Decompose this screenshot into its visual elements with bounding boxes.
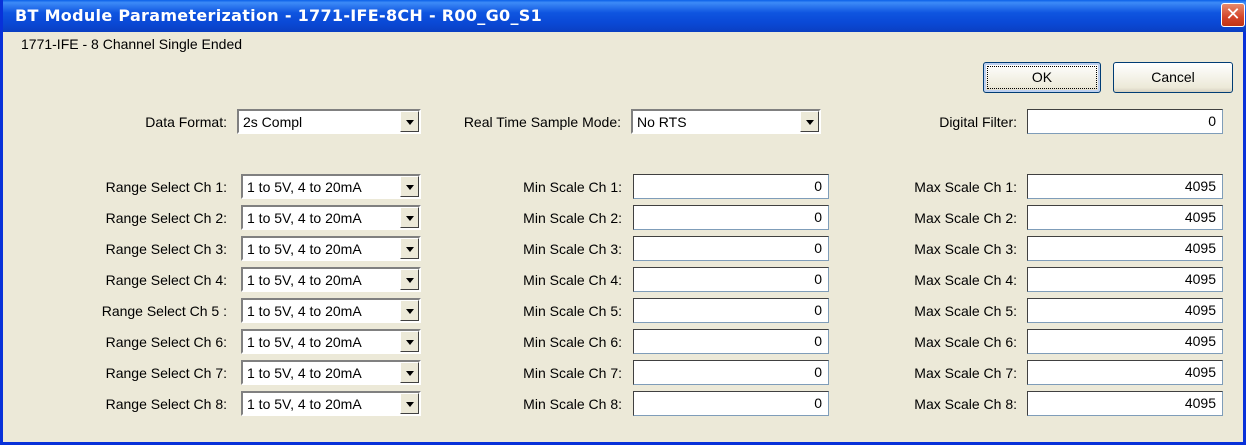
range-select-label: Range Select Ch 1: [105,179,227,195]
max-scale-ch8-input[interactable]: 4095 [1027,391,1223,416]
min-scale-value: 0 [814,271,822,287]
max-scale-value: 4095 [1184,209,1216,225]
digital-filter-label: Digital Filter: [939,114,1017,130]
chevron-down-icon[interactable] [400,393,419,414]
max-scale-label: Max Scale Ch 4: [914,272,1017,288]
max-scale-value: 4095 [1184,271,1216,287]
data-format-select[interactable]: 2s Compl [237,109,421,134]
range-select-label: Range Select Ch 5 : [101,303,227,319]
range-select-ch6[interactable]: 1 to 5V, 4 to 20mA [241,329,421,354]
max-scale-value: 4095 [1184,364,1216,380]
max-scale-value: 4095 [1184,302,1216,318]
max-scale-label: Max Scale Ch 8: [914,396,1017,412]
max-scale-ch3-input[interactable]: 4095 [1027,236,1223,261]
max-scale-label: Max Scale Ch 3: [914,241,1017,257]
max-scale-ch6-input[interactable]: 4095 [1027,329,1223,354]
range-select-label: Range Select Ch 2: [105,210,227,226]
max-scale-label: Max Scale Ch 5: [914,303,1017,319]
max-scale-label: Max Scale Ch 7: [914,365,1017,381]
max-scale-value: 4095 [1184,395,1216,411]
range-select-label: Range Select Ch 7: [105,365,227,381]
min-scale-value: 0 [814,364,822,380]
cancel-button[interactable]: Cancel [1113,62,1233,93]
min-scale-label: Min Scale Ch 4: [523,272,622,288]
min-scale-value: 0 [814,395,822,411]
window-title: BT Module Parameterization - 1771-IFE-8C… [15,6,543,25]
range-select-ch1[interactable]: 1 to 5V, 4 to 20mA [241,174,421,199]
range-select-label: Range Select Ch 8: [105,396,227,412]
chevron-down-icon[interactable] [800,111,819,132]
min-scale-ch3-input[interactable]: 0 [633,236,829,261]
range-select-ch3[interactable]: 1 to 5V, 4 to 20mA [241,236,421,261]
max-scale-ch2-input[interactable]: 4095 [1027,205,1223,230]
chevron-down-icon[interactable] [400,207,419,228]
range-select-ch8[interactable]: 1 to 5V, 4 to 20mA [241,391,421,416]
chevron-down-icon[interactable] [400,362,419,383]
min-scale-ch4-input[interactable]: 0 [633,267,829,292]
range-select-value: 1 to 5V, 4 to 20mA [247,272,362,288]
min-scale-label: Min Scale Ch 3: [523,241,622,257]
close-icon[interactable]: ✕ [1221,3,1245,27]
min-scale-ch6-input[interactable]: 0 [633,329,829,354]
range-select-ch4[interactable]: 1 to 5V, 4 to 20mA [241,267,421,292]
dialog-window: BT Module Parameterization - 1771-IFE-8C… [0,0,1246,445]
range-select-value: 1 to 5V, 4 to 20mA [247,334,362,350]
range-select-value: 1 to 5V, 4 to 20mA [247,396,362,412]
max-scale-value: 4095 [1184,240,1216,256]
chevron-down-icon[interactable] [400,111,419,132]
chevron-down-icon[interactable] [400,331,419,352]
digital-filter-input[interactable]: 0 [1027,109,1223,134]
chevron-down-icon[interactable] [400,238,419,259]
max-scale-value: 4095 [1184,178,1216,194]
rts-label: Real Time Sample Mode: [463,114,621,130]
rts-select[interactable]: No RTS [631,109,821,134]
min-scale-value: 0 [814,240,822,256]
digital-filter-value: 0 [1208,113,1216,129]
min-scale-ch7-input[interactable]: 0 [633,360,829,385]
min-scale-value: 0 [814,333,822,349]
range-select-value: 1 to 5V, 4 to 20mA [247,303,362,319]
max-scale-value: 4095 [1184,333,1216,349]
min-scale-label: Min Scale Ch 8: [523,396,622,412]
range-select-value: 1 to 5V, 4 to 20mA [247,241,362,257]
range-select-ch7[interactable]: 1 to 5V, 4 to 20mA [241,360,421,385]
range-select-ch5[interactable]: 1 to 5V, 4 to 20mA [241,298,421,323]
range-select-ch2[interactable]: 1 to 5V, 4 to 20mA [241,205,421,230]
max-scale-label: Max Scale Ch 1: [914,179,1017,195]
range-select-value: 1 to 5V, 4 to 20mA [247,365,362,381]
min-scale-ch1-input[interactable]: 0 [633,174,829,199]
data-format-value: 2s Compl [243,114,303,130]
max-scale-ch7-input[interactable]: 4095 [1027,360,1223,385]
chevron-down-icon[interactable] [400,176,419,197]
title-bar[interactable]: BT Module Parameterization - 1771-IFE-8C… [3,0,1246,32]
range-select-label: Range Select Ch 4: [105,272,227,288]
chevron-down-icon[interactable] [400,269,419,290]
min-scale-value: 0 [814,209,822,225]
max-scale-ch4-input[interactable]: 4095 [1027,267,1223,292]
min-scale-label: Min Scale Ch 7: [523,365,622,381]
max-scale-ch1-input[interactable]: 4095 [1027,174,1223,199]
min-scale-label: Min Scale Ch 5: [523,303,622,319]
max-scale-label: Max Scale Ch 2: [914,210,1017,226]
min-scale-value: 0 [814,178,822,194]
max-scale-ch5-input[interactable]: 4095 [1027,298,1223,323]
min-scale-ch5-input[interactable]: 0 [633,298,829,323]
module-description: 1771-IFE - 8 Channel Single Ended [21,36,243,52]
range-select-value: 1 to 5V, 4 to 20mA [247,179,362,195]
max-scale-label: Max Scale Ch 6: [914,334,1017,350]
data-format-label: Data Format: [145,114,227,130]
min-scale-label: Min Scale Ch 1: [523,179,622,195]
range-select-label: Range Select Ch 3: [105,241,227,257]
ok-button[interactable]: OK [983,62,1101,93]
range-select-label: Range Select Ch 6: [105,334,227,350]
chevron-down-icon[interactable] [400,300,419,321]
min-scale-ch2-input[interactable]: 0 [633,205,829,230]
rts-value: No RTS [637,114,687,130]
min-scale-ch8-input[interactable]: 0 [633,391,829,416]
min-scale-label: Min Scale Ch 6: [523,334,622,350]
range-select-value: 1 to 5V, 4 to 20mA [247,210,362,226]
min-scale-value: 0 [814,302,822,318]
min-scale-label: Min Scale Ch 2: [523,210,622,226]
